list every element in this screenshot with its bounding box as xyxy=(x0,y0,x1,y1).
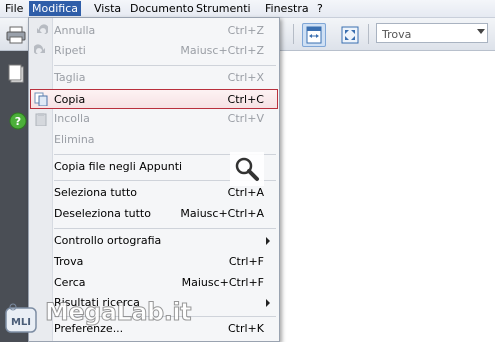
watermark: MLI MegaLab.it xyxy=(0,296,200,342)
menu-item-label: Seleziona tutto xyxy=(54,186,137,199)
find-input[interactable] xyxy=(380,25,474,43)
full-screen-button[interactable] xyxy=(338,23,362,47)
menu-item-deseleziona-tutto[interactable]: Deseleziona tutto Maiusc+Ctrl+A xyxy=(30,204,278,224)
submenu-arrow-icon xyxy=(266,299,270,307)
menu-separator xyxy=(54,65,276,66)
menu-item-shortcut: Ctrl+K xyxy=(227,322,264,335)
watermark-text: MegaLab.it xyxy=(44,298,192,327)
megalab-logo-icon: MLI xyxy=(5,303,37,333)
menu-item-label: Copia xyxy=(54,93,86,106)
menu-strumenti[interactable]: Strumenti xyxy=(193,1,254,16)
menu-item-label: Elimina xyxy=(54,133,95,146)
menu-finestra[interactable]: Finestra xyxy=(262,1,312,16)
print-button[interactable] xyxy=(4,23,28,47)
menu-item-shortcut: Maiusc+Ctrl+Z xyxy=(180,44,264,57)
menu-item-seleziona-tutto[interactable]: Seleziona tutto Ctrl+A xyxy=(30,183,278,203)
navigation-panel-icons: ? xyxy=(8,64,27,130)
menu-bar: File Modifica Vista Documento Strumenti … xyxy=(0,0,495,18)
redo-icon xyxy=(34,44,45,54)
watermark-badge-text: MLI xyxy=(11,317,31,328)
menu-vista[interactable]: Vista xyxy=(91,1,124,16)
svg-text:?: ? xyxy=(15,115,21,128)
menu-item-trova[interactable]: Trova Ctrl+F xyxy=(30,252,278,272)
menu-item-shortcut: Ctrl+F xyxy=(228,255,264,268)
menu-item-shortcut: Ctrl+C xyxy=(227,93,264,106)
menu-item-shortcut: Ctrl+A xyxy=(227,186,264,199)
menu-help[interactable]: ? xyxy=(314,1,326,16)
help-icon[interactable]: ? xyxy=(9,112,27,130)
menu-file[interactable]: File xyxy=(2,1,26,16)
menu-item-shortcut: Maiusc+Ctrl+A xyxy=(180,207,264,220)
menu-item-shortcut: Maiusc+Ctrl+F xyxy=(181,276,264,289)
menu-item-incolla[interactable]: Incolla Ctrl+V xyxy=(30,109,278,129)
menu-item-ripeti[interactable]: Ripeti Maiusc+Ctrl+Z xyxy=(30,41,278,61)
menu-item-label: Controllo ortografia xyxy=(54,234,162,247)
menu-item-elimina[interactable]: Elimina xyxy=(30,130,278,150)
menu-documento[interactable]: Documento xyxy=(127,1,197,16)
menu-item-label: Copia file negli Appunti xyxy=(54,160,183,173)
undo-icon xyxy=(37,24,48,34)
menu-separator xyxy=(54,228,276,229)
toolbar-separator xyxy=(368,24,369,44)
chevron-down-icon[interactable] xyxy=(477,29,485,34)
menu-item-taglia[interactable]: Taglia Ctrl+X xyxy=(30,68,278,88)
copy-icon xyxy=(34,92,48,106)
pages-icon[interactable] xyxy=(8,64,24,83)
menu-item-label: Ripeti xyxy=(54,44,86,57)
fit-width-button[interactable] xyxy=(302,23,326,47)
menu-item-shortcut: Ctrl+X xyxy=(227,71,264,84)
full-screen-icon xyxy=(341,26,359,44)
find-box[interactable] xyxy=(376,23,488,43)
printer-icon xyxy=(6,26,26,44)
menu-item-label: Annulla xyxy=(54,24,96,37)
menu-item-cerca[interactable]: Cerca Maiusc+Ctrl+F xyxy=(30,273,278,293)
menu-item-shortcut: Ctrl+Z xyxy=(227,24,264,37)
menu-item-label: Trova xyxy=(54,255,84,268)
menu-item-copia[interactable]: Copia Ctrl+C xyxy=(30,89,278,109)
menu-item-label: Cerca xyxy=(54,276,86,289)
magnifier-icon xyxy=(230,152,264,186)
menu-modifica[interactable]: Modifica xyxy=(29,1,81,16)
submenu-arrow-icon xyxy=(266,237,270,245)
document-area[interactable] xyxy=(280,51,495,342)
menu-item-label: Incolla xyxy=(54,112,90,125)
paste-icon xyxy=(35,113,47,126)
menu-item-controllo-ortografia[interactable]: Controllo ortografia xyxy=(30,231,278,251)
menu-item-shortcut: Ctrl+V xyxy=(227,112,264,125)
toolbar-separator xyxy=(293,24,294,44)
fit-width-icon xyxy=(306,26,322,44)
menu-item-label: Taglia xyxy=(54,71,86,84)
menu-item-annulla[interactable]: Annulla Ctrl+Z xyxy=(30,21,278,41)
menu-item-label: Deseleziona tutto xyxy=(54,207,151,220)
